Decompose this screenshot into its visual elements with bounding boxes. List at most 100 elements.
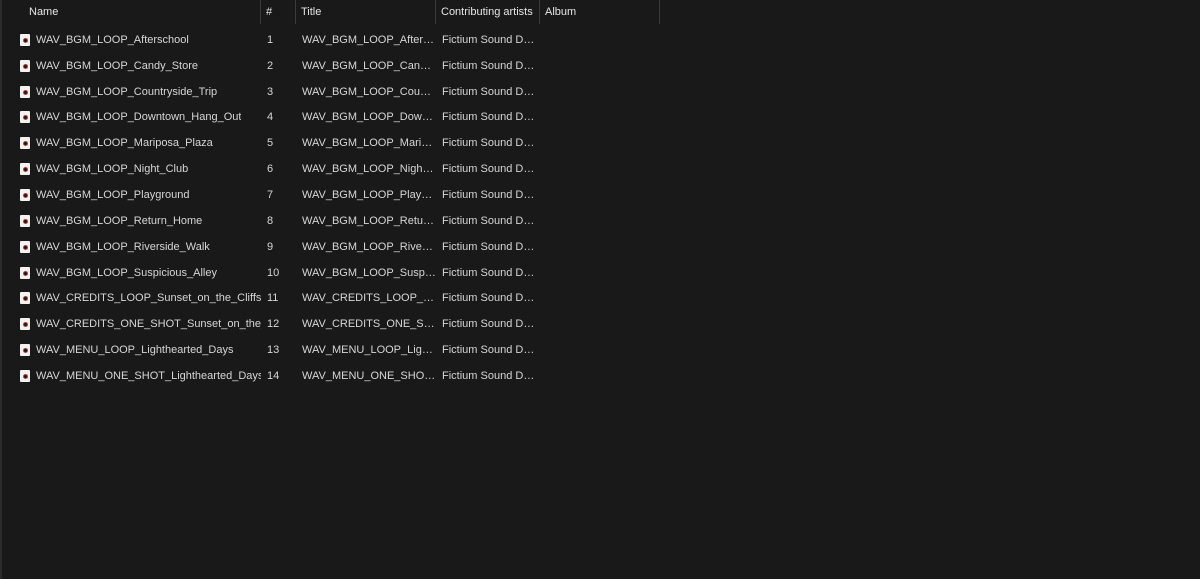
title-cell: WAV_BGM_LOOP_Suspicious_Alley [296,260,436,286]
track-number: 11 [267,292,279,305]
contributing-artist: Fictium Sound Design [442,85,540,98]
column-header-title[interactable]: Title [296,0,436,24]
artist-cell: Fictium Sound Design [436,363,540,389]
file-row[interactable]: WAV_BGM_LOOP_Return_Home 8 WAV_BGM_LOOP_Re… [0,208,1200,234]
contributing-artist: Fictium Sound Design [442,344,540,357]
file-name: WAV_BGM_LOOP_Suspicious_Alley [36,266,217,279]
track-number-cell: 7 [261,182,296,208]
title-cell: WAV_MENU_LOOP_Lighthearted_Days [296,337,436,363]
track-title: WAV_BGM_LOOP_Playground [302,188,436,201]
file-name: WAV_BGM_LOOP_Playground [36,188,190,201]
column-header-number[interactable]: # [261,0,296,24]
track-number: 10 [267,266,280,279]
artist-cell: Fictium Sound Design [436,337,540,363]
file-name-cell[interactable]: WAV_BGM_LOOP_Night_Club [0,156,261,182]
file-name: WAV_BGM_LOOP_Downtown_Hang_Out [36,111,242,124]
file-row[interactable]: WAV_BGM_LOOP_Suspicious_Alley 10 WAV_BGM_L… [0,260,1200,286]
track-number-cell: 11 [261,285,296,311]
title-cell: WAV_CREDITS_ONE_SHOT_Sunset_on_the_Cliff… [296,311,436,337]
audio-file-icon [20,369,30,382]
file-row[interactable]: WAV_CREDITS_ONE_SHOT_Sunset_on_the_Cliff… [0,311,1200,337]
track-number-cell: 9 [261,234,296,260]
audio-file-icon [20,59,30,72]
audio-file-icon [20,240,30,253]
track-title: WAV_BGM_LOOP_Downtown_Hang_Out [302,111,436,124]
artist-cell: Fictium Sound Design [436,156,540,182]
file-name-cell[interactable]: WAV_BGM_LOOP_Afterschool [0,27,261,53]
file-name: WAV_BGM_LOOP_Candy_Store [36,59,199,72]
file-row[interactable]: WAV_MENU_LOOP_Lighthearted_Days 13 WAV_MEN… [0,337,1200,363]
file-name: WAV_CREDITS_LOOP_Sunset_on_the_Cliffs [36,292,261,305]
file-name-cell[interactable]: WAV_MENU_ONE_SHOT_Lighthearted_Days [0,363,261,389]
track-number: 14 [267,369,280,382]
file-name-cell[interactable]: WAV_BGM_LOOP_Suspicious_Alley [0,260,261,286]
column-divider[interactable] [659,0,660,24]
audio-file-icon [20,318,30,331]
chevron-up-icon: ⌃ [138,0,146,6]
file-name-cell[interactable]: WAV_CREDITS_ONE_SHOT_Sunset_on_the_Cliff… [0,311,261,337]
contributing-artist: Fictium Sound Design [442,137,540,150]
track-number: 3 [267,85,274,98]
column-header-bar: ⌃ Name # Title Contributing artists Albu… [0,0,1200,24]
audio-file-icon [20,188,30,201]
file-row[interactable]: WAV_BGM_LOOP_Playground 7 WAV_BGM_LOOP_Pla… [0,182,1200,208]
file-name-cell[interactable]: WAV_BGM_LOOP_Playground [0,182,261,208]
track-title: WAV_BGM_LOOP_Return_Home [302,214,436,227]
column-header-name[interactable]: ⌃ Name [0,0,261,24]
artist-cell: Fictium Sound Design [436,182,540,208]
file-row[interactable]: WAV_BGM_LOOP_Countryside_Trip 3 WAV_BGM_LO… [0,79,1200,105]
contributing-artist: Fictium Sound Design [442,266,540,279]
track-number-cell: 12 [261,311,296,337]
file-name-cell[interactable]: WAV_BGM_LOOP_Return_Home [0,208,261,234]
file-row[interactable]: WAV_BGM_LOOP_Downtown_Hang_Out 4 WAV_BGM_L… [0,105,1200,131]
track-number-cell: 5 [261,130,296,156]
file-name-cell[interactable]: WAV_BGM_LOOP_Riverside_Walk [0,234,261,260]
track-number: 7 [267,188,274,201]
column-header-album[interactable]: Album [540,0,660,24]
artist-cell: Fictium Sound Design [436,53,540,79]
contributing-artist: Fictium Sound Design [442,188,540,201]
file-row[interactable]: WAV_BGM_LOOP_Afterschool 1 WAV_BGM_LOOP_Af… [0,27,1200,53]
file-row[interactable]: WAV_BGM_LOOP_Night_Club 6 WAV_BGM_LOOP_Nig… [0,156,1200,182]
file-name: WAV_BGM_LOOP_Night_Club [36,163,189,176]
contributing-artist: Fictium Sound Design [442,163,540,176]
track-number-cell: 6 [261,156,296,182]
contributing-artist: Fictium Sound Design [442,59,540,72]
track-number-cell: 2 [261,53,296,79]
file-list: WAV_BGM_LOOP_Afterschool 1 WAV_BGM_LOOP_Af… [0,27,1200,389]
column-header-title-label: Title [301,6,322,18]
audio-file-icon [20,137,30,150]
column-header-artists[interactable]: Contributing artists [436,0,540,24]
title-cell: WAV_BGM_LOOP_Playground [296,182,436,208]
audio-file-icon [20,344,30,357]
file-name-cell[interactable]: WAV_BGM_LOOP_Downtown_Hang_Out [0,105,261,131]
track-number: 1 [267,33,274,46]
contributing-artist: Fictium Sound Design [442,292,540,305]
file-row[interactable]: WAV_BGM_LOOP_Candy_Store 2 WAV_BGM_LOOP_Ca… [0,53,1200,79]
file-row[interactable]: WAV_MENU_ONE_SHOT_Lighthearted_Days 14 WAV… [0,363,1200,389]
track-number: 12 [267,318,280,331]
file-row[interactable]: WAV_CREDITS_LOOP_Sunset_on_the_Cliffs 11 W… [0,285,1200,311]
file-name-cell[interactable]: WAV_BGM_LOOP_Candy_Store [0,53,261,79]
file-name-cell[interactable]: WAV_BGM_LOOP_Mariposa_Plaza [0,130,261,156]
file-name-cell[interactable]: WAV_CREDITS_LOOP_Sunset_on_the_Cliffs [0,285,261,311]
title-cell: WAV_BGM_LOOP_Afterschool [296,27,436,53]
track-number: 9 [267,240,274,253]
column-header-name-label: Name [29,6,59,18]
track-title: WAV_CREDITS_LOOP_Sunset_on_the_Cliffs [302,292,436,305]
file-row[interactable]: WAV_BGM_LOOP_Mariposa_Plaza 5 WAV_BGM_LOOP… [0,130,1200,156]
file-name: WAV_BGM_LOOP_Countryside_Trip [36,85,218,98]
file-name-cell[interactable]: WAV_MENU_LOOP_Lighthearted_Days [0,337,261,363]
contributing-artist: Fictium Sound Design [442,214,540,227]
track-title: WAV_BGM_LOOP_Candy_Store [302,59,436,72]
title-cell: WAV_CREDITS_LOOP_Sunset_on_the_Cliffs [296,285,436,311]
track-number-cell: 13 [261,337,296,363]
track-title: WAV_BGM_LOOP_Suspicious_Alley [302,266,436,279]
file-name-cell[interactable]: WAV_BGM_LOOP_Countryside_Trip [0,79,261,105]
file-row[interactable]: WAV_BGM_LOOP_Riverside_Walk 9 WAV_BGM_LOOP… [0,234,1200,260]
title-cell: WAV_BGM_LOOP_Mariposa_Plaza [296,130,436,156]
artist-cell: Fictium Sound Design [436,260,540,286]
artist-cell: Fictium Sound Design [436,234,540,260]
title-cell: WAV_BGM_LOOP_Downtown_Hang_Out [296,105,436,131]
track-number-cell: 3 [261,79,296,105]
